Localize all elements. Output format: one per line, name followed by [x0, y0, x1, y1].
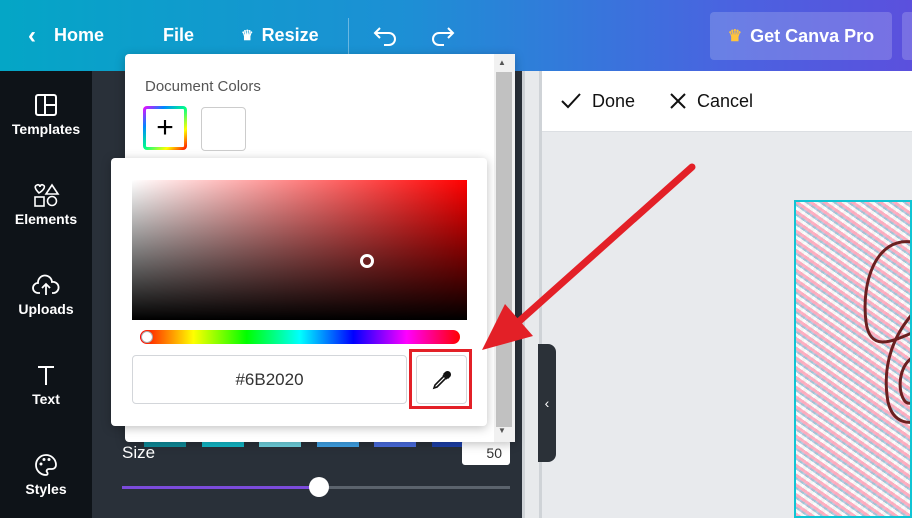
- annotation-arrow: [482, 163, 696, 350]
